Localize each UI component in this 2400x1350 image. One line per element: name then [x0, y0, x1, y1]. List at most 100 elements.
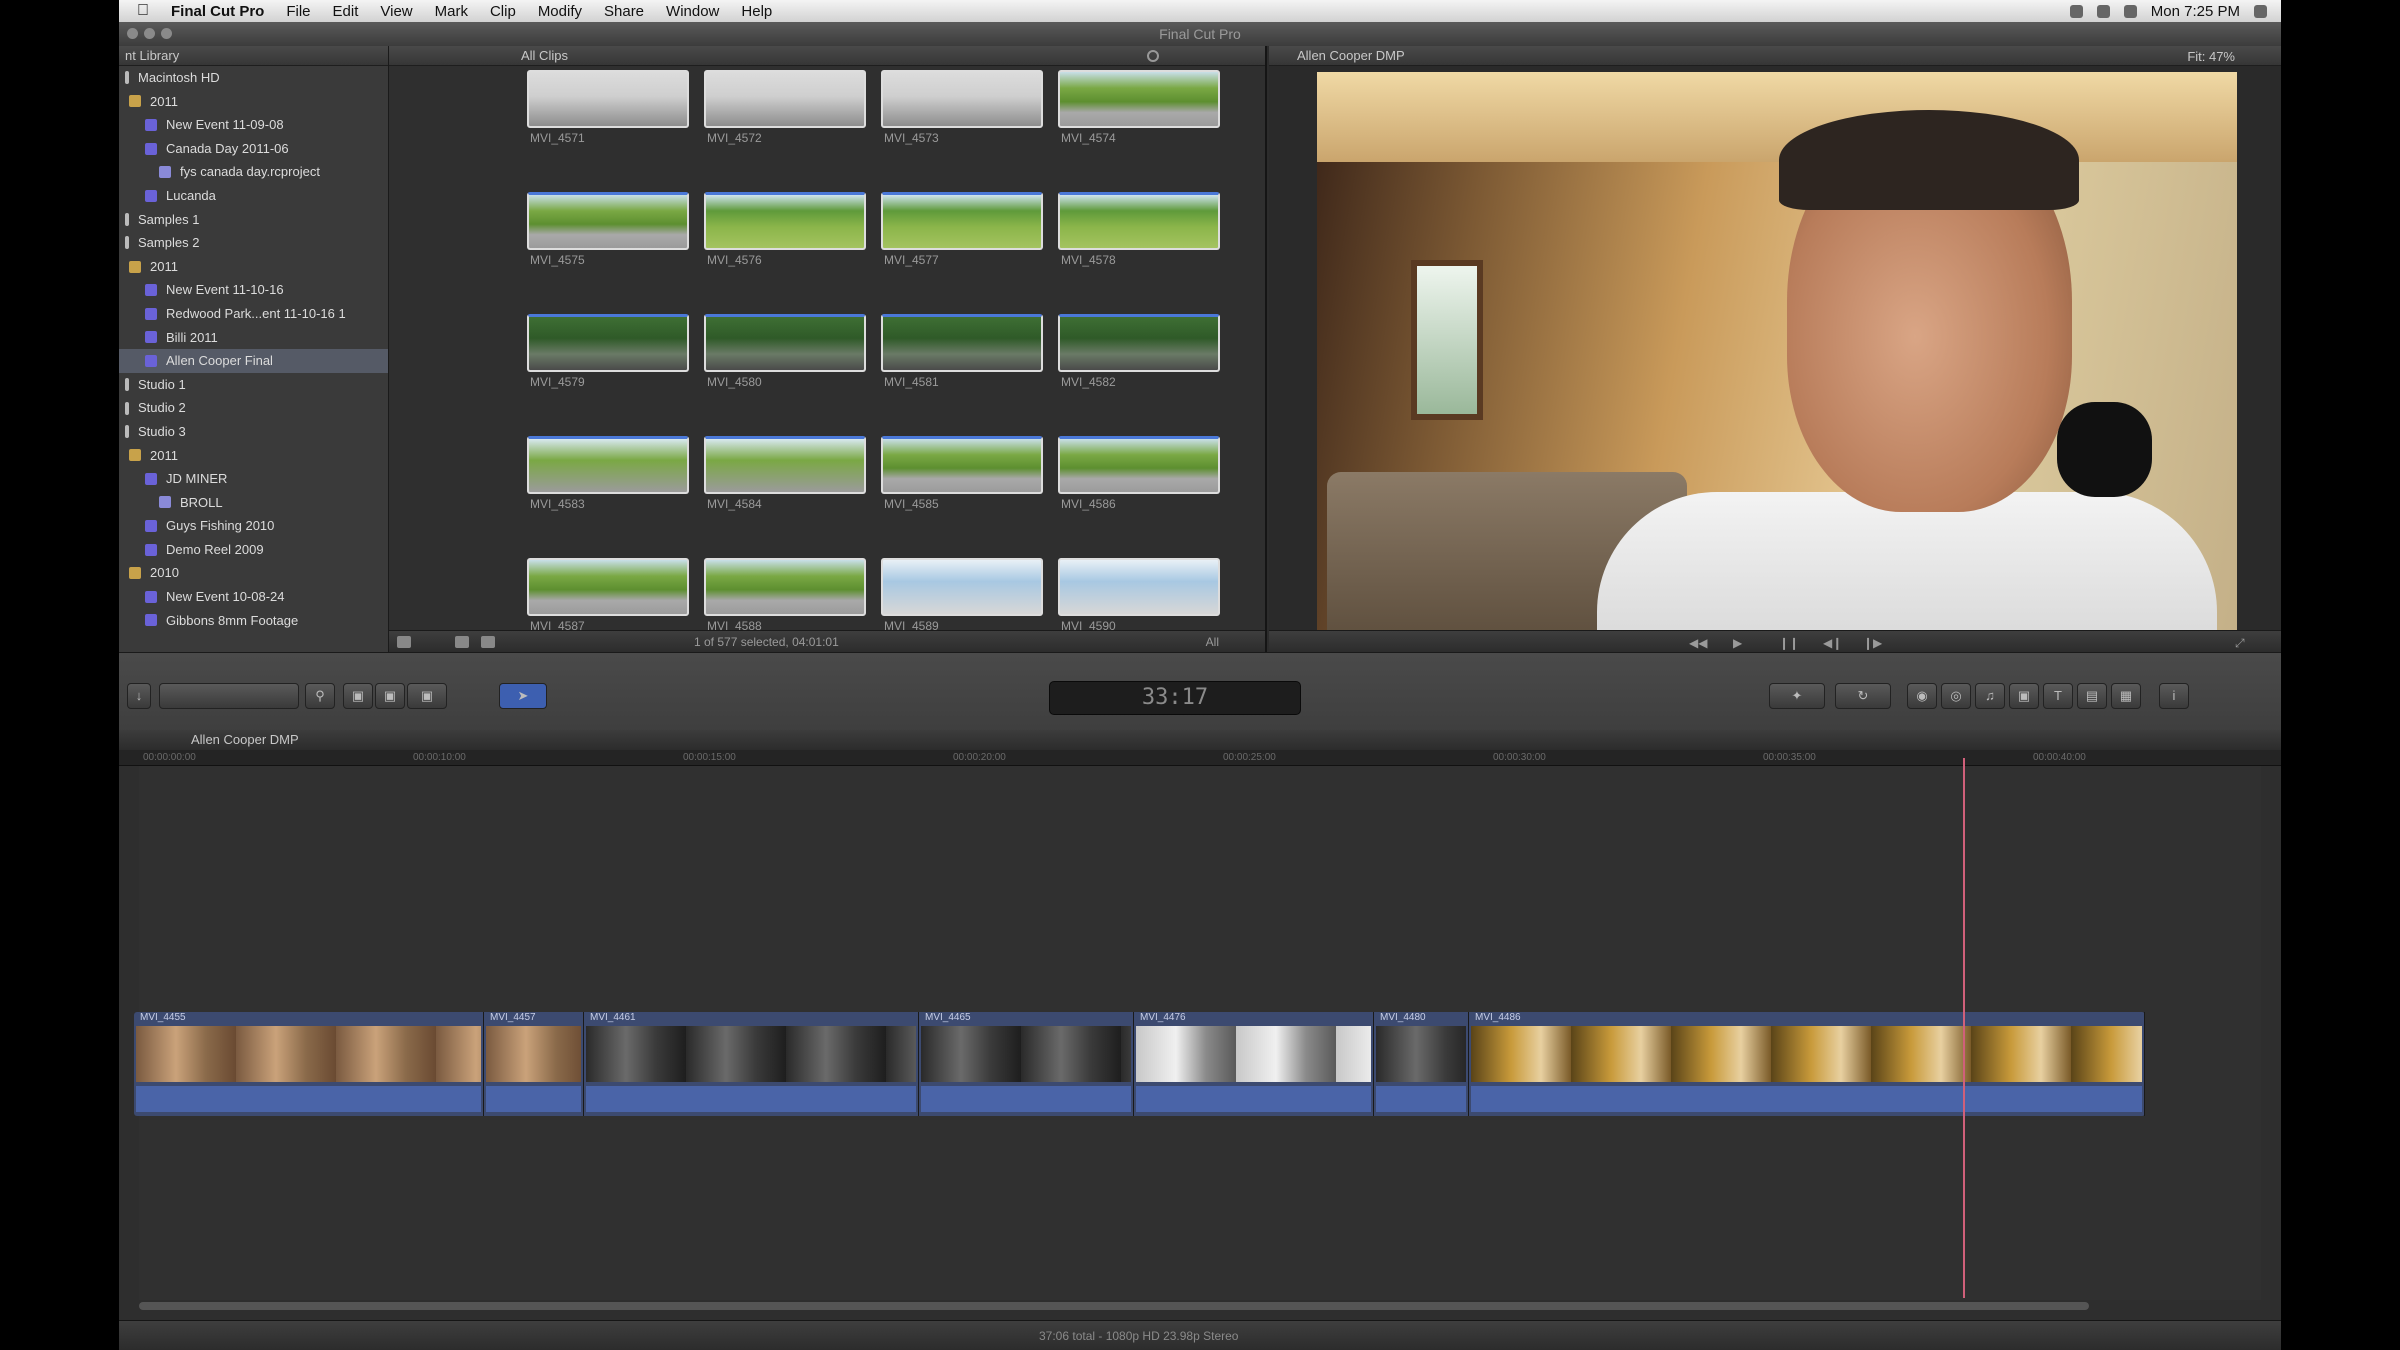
browser-clip[interactable]: MVI_4574: [1058, 70, 1220, 145]
timeline-clip[interactable]: MVI_4455: [134, 1012, 484, 1116]
menu-app-name[interactable]: Final Cut Pro: [171, 3, 264, 20]
browser-filter[interactable]: All: [1206, 635, 1219, 649]
enhancements-icon[interactable]: ✦: [1769, 683, 1825, 709]
library-toggle-icon[interactable]: [397, 636, 411, 648]
timeline-clip[interactable]: MVI_4461: [584, 1012, 919, 1116]
apple-icon[interactable]: : [137, 2, 149, 20]
library-item[interactable]: JD MINER: [119, 467, 388, 491]
insert-clip-icon[interactable]: ▣: [375, 683, 405, 709]
browser-clip[interactable]: MVI_4578: [1058, 192, 1220, 267]
playhead[interactable]: [1963, 758, 1965, 1298]
transitions-icon[interactable]: ▣: [2009, 683, 2039, 709]
next-edit-icon[interactable]: ❙▶: [1863, 636, 1882, 650]
library-item[interactable]: Macintosh HD: [119, 66, 388, 90]
browser-clip[interactable]: MVI_4580: [704, 314, 866, 389]
library-item[interactable]: Demo Reel 2009: [119, 538, 388, 562]
menu-file[interactable]: File: [286, 3, 310, 20]
dashboard-timecode[interactable]: 33:17: [1049, 681, 1301, 715]
timeline-ruler[interactable]: 00:00:00:00 00:00:10:00 00:00:15:00 00:00:2…: [119, 750, 2281, 766]
rewind-icon[interactable]: ◀◀: [1689, 636, 1707, 650]
retime-icon[interactable]: ↻: [1835, 683, 1891, 709]
library-item[interactable]: Guys Fishing 2010: [119, 514, 388, 538]
menu-share[interactable]: Share: [604, 3, 644, 20]
filmstrip-view-icon[interactable]: [455, 636, 469, 648]
search-icon[interactable]: [1147, 50, 1159, 62]
select-tool-icon[interactable]: ➤: [499, 683, 547, 709]
browser-clip[interactable]: MVI_4573: [881, 70, 1043, 145]
menu-mark[interactable]: Mark: [435, 3, 468, 20]
titles-icon[interactable]: T: [2043, 683, 2073, 709]
library-item[interactable]: Studio 3: [119, 420, 388, 444]
timeline-clip[interactable]: MVI_4476: [1134, 1012, 1374, 1116]
menu-help[interactable]: Help: [741, 3, 772, 20]
wifi-icon[interactable]: [2069, 4, 2083, 18]
browser-clip[interactable]: MVI_4571: [527, 70, 689, 145]
menu-clip[interactable]: Clip: [490, 3, 516, 20]
menu-view[interactable]: View: [380, 3, 412, 20]
timeline-scrollbar[interactable]: [139, 1302, 2089, 1310]
library-item[interactable]: Lucanda: [119, 184, 388, 208]
append-clip-icon[interactable]: ▣: [407, 683, 447, 709]
inspector-icon[interactable]: i: [2159, 683, 2189, 709]
library-item[interactable]: fys canada day.rcproject: [119, 160, 388, 184]
themes-icon[interactable]: ▦: [2111, 683, 2141, 709]
library-item[interactable]: 2011: [119, 255, 388, 279]
browser-clip[interactable]: MVI_4584: [704, 436, 866, 511]
browser-clip[interactable]: MVI_4586: [1058, 436, 1220, 511]
timeline-clip[interactable]: MVI_4480: [1374, 1012, 1469, 1116]
library-item[interactable]: Gibbons 8mm Footage: [119, 609, 388, 633]
photo-browser-icon[interactable]: ◉: [1907, 683, 1937, 709]
library-item[interactable]: New Event 10-08-24: [119, 585, 388, 609]
browser-clip[interactable]: MVI_4587: [527, 558, 689, 633]
list-view-icon[interactable]: [481, 636, 495, 648]
library-item[interactable]: New Event 11-10-16: [119, 278, 388, 302]
library-item[interactable]: 2010: [119, 561, 388, 585]
import-icon[interactable]: ↓: [127, 683, 151, 709]
library-item[interactable]: Redwood Park...ent 11-10-16 1: [119, 302, 388, 326]
browser-clip[interactable]: MVI_4588: [704, 558, 866, 633]
menu-modify[interactable]: Modify: [538, 3, 582, 20]
browser-clip[interactable]: MVI_4589: [881, 558, 1043, 633]
video-frame[interactable]: [1317, 72, 2237, 646]
library-item[interactable]: 2011: [119, 90, 388, 114]
timeline-track-area[interactable]: MVI_4455 MVI_4457 MVI_4461 MVI_4465 MVI_4476…: [134, 766, 2261, 1300]
fullscreen-icon[interactable]: ⤢: [2235, 636, 2245, 651]
minimize-window-icon[interactable]: [144, 28, 155, 39]
music-icon[interactable]: ♫: [1975, 683, 2005, 709]
browser-clip[interactable]: MVI_4577: [881, 192, 1043, 267]
connect-clip-icon[interactable]: ▣: [343, 683, 373, 709]
generators-icon[interactable]: ▤: [2077, 683, 2107, 709]
camera-icon[interactable]: ◎: [1941, 683, 1971, 709]
keyword-editor-icon[interactable]: ⚲: [305, 683, 335, 709]
timeline-clip[interactable]: MVI_4486: [1469, 1012, 2145, 1116]
library-item[interactable]: Billi 2011: [119, 326, 388, 350]
library-item[interactable]: Studio 1: [119, 373, 388, 397]
browser-clip[interactable]: MVI_4581: [881, 314, 1043, 389]
timeline-clip[interactable]: MVI_4457: [484, 1012, 584, 1116]
browser-clip[interactable]: MVI_4579: [527, 314, 689, 389]
library-item[interactable]: 2011: [119, 444, 388, 468]
browser-clip[interactable]: MVI_4585: [881, 436, 1043, 511]
browser-clip[interactable]: MVI_4583: [527, 436, 689, 511]
browser-clip[interactable]: MVI_4575: [527, 192, 689, 267]
library-item[interactable]: Samples 1: [119, 208, 388, 232]
keywords-button[interactable]: [159, 683, 299, 709]
library-item[interactable]: New Event 11-09-08: [119, 113, 388, 137]
browser-clip[interactable]: MVI_4582: [1058, 314, 1220, 389]
play-icon[interactable]: ▶: [1733, 636, 1742, 650]
menu-clock[interactable]: Mon 7:25 PM: [2151, 3, 2240, 20]
browser-clip[interactable]: MVI_4572: [704, 70, 866, 145]
browser-clip[interactable]: MVI_4590: [1058, 558, 1220, 633]
menu-window[interactable]: Window: [666, 3, 719, 20]
library-item[interactable]: Samples 2: [119, 231, 388, 255]
zoom-window-icon[interactable]: [161, 28, 172, 39]
spotlight-icon[interactable]: [2254, 4, 2267, 18]
timeline-clip[interactable]: MVI_4465: [919, 1012, 1134, 1116]
library-item[interactable]: BROLL: [119, 491, 388, 515]
close-window-icon[interactable]: [127, 28, 138, 39]
menu-edit[interactable]: Edit: [333, 3, 359, 20]
library-item[interactable]: Canada Day 2011-06: [119, 137, 388, 161]
volume-icon[interactable]: [2096, 4, 2110, 18]
previous-edit-icon[interactable]: ◀❙: [1823, 636, 1842, 650]
library-item[interactable]: Studio 2: [119, 396, 388, 420]
